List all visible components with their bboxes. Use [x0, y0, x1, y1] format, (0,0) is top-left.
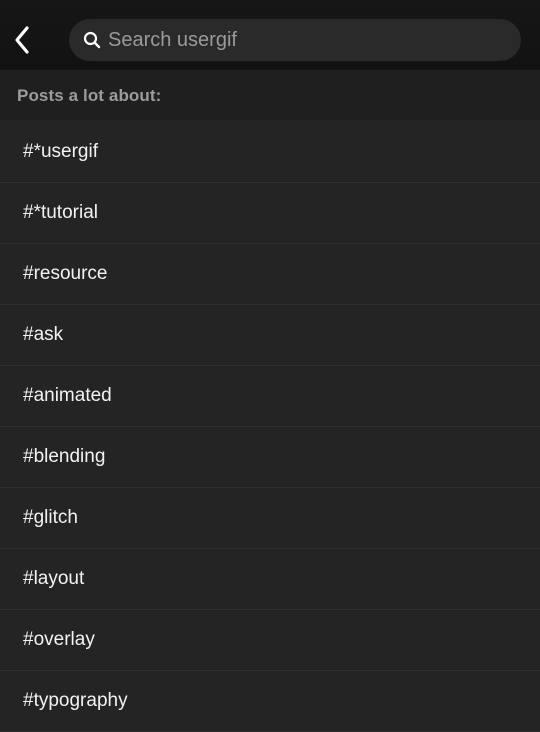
- search-icon: [82, 30, 102, 50]
- tag-label: #glitch: [23, 507, 78, 528]
- tag-label: #blending: [23, 446, 106, 467]
- tag-list: #*usergif #*tutorial #resource #ask #ani…: [0, 122, 540, 732]
- tag-label: #*tutorial: [23, 202, 98, 223]
- tag-label: #resource: [23, 263, 108, 284]
- tag-label: #layout: [23, 568, 85, 589]
- search-bar[interactable]: [69, 19, 521, 61]
- tag-item[interactable]: #blending: [0, 427, 540, 488]
- search-input[interactable]: [108, 28, 498, 52]
- tag-label: #*usergif: [23, 141, 98, 162]
- back-button[interactable]: [6, 20, 38, 60]
- tag-item[interactable]: #ask: [0, 305, 540, 366]
- tag-item[interactable]: #resource: [0, 244, 540, 305]
- tag-label: #overlay: [23, 629, 95, 650]
- chevron-left-icon: [15, 26, 29, 54]
- section-title: Posts a lot about:: [17, 86, 162, 105]
- tag-item[interactable]: #overlay: [0, 610, 540, 671]
- tag-item[interactable]: #glitch: [0, 488, 540, 549]
- tag-item[interactable]: #animated: [0, 366, 540, 427]
- tag-item[interactable]: #layout: [0, 549, 540, 610]
- tag-item[interactable]: #typography: [0, 671, 540, 732]
- tag-item[interactable]: #*usergif: [0, 122, 540, 183]
- tag-label: #typography: [23, 690, 128, 711]
- tag-label: #ask: [23, 324, 64, 345]
- tag-label: #animated: [23, 385, 112, 406]
- tag-item[interactable]: #*tutorial: [0, 183, 540, 244]
- top-bar: [0, 0, 540, 70]
